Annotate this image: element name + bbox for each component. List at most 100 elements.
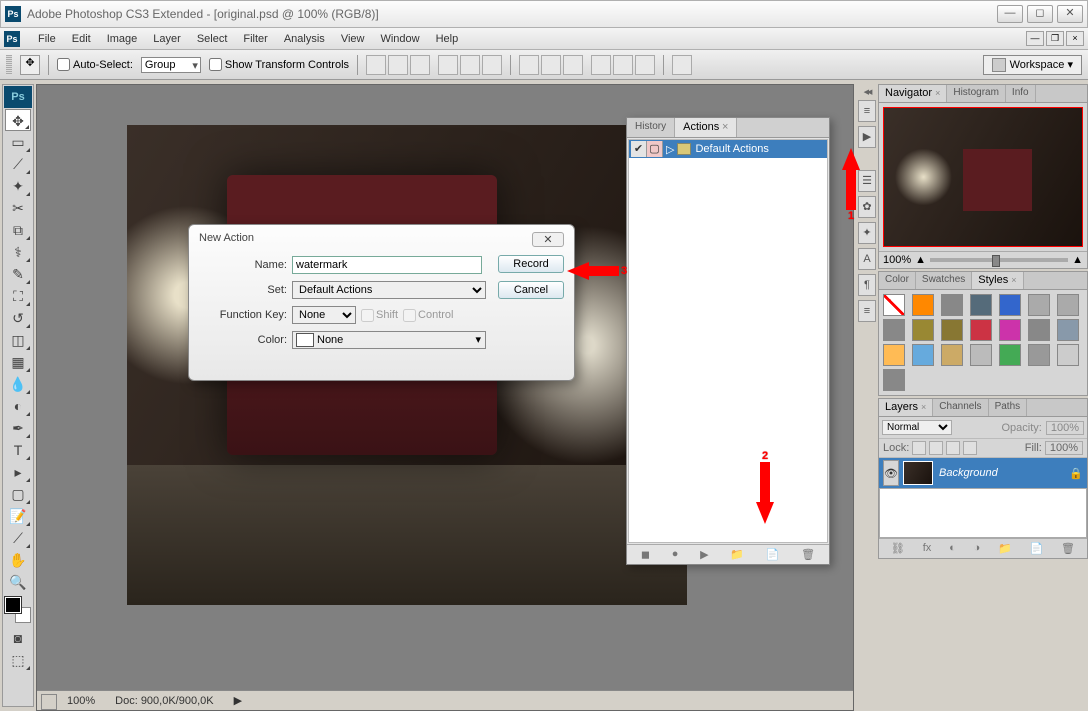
auto-select-dropdown[interactable]: Group bbox=[141, 57, 201, 73]
hand-tool[interactable]: ✋ bbox=[5, 549, 31, 571]
wand-tool[interactable]: ✦ bbox=[5, 175, 31, 197]
fill-value[interactable]: 100% bbox=[1045, 441, 1083, 455]
style-swatch[interactable] bbox=[941, 319, 963, 341]
toggle-col[interactable]: ✔ bbox=[631, 141, 647, 157]
record-button[interactable]: Record bbox=[498, 255, 564, 273]
style-swatch[interactable] bbox=[912, 294, 934, 316]
mdi-minimize[interactable]: — bbox=[1026, 31, 1044, 46]
history-brush-tool[interactable]: ↺ bbox=[5, 307, 31, 329]
expand-icon[interactable]: ▷ bbox=[666, 143, 674, 156]
fx-icon[interactable]: fx bbox=[923, 542, 932, 555]
strip-icon-7[interactable]: ¶ bbox=[858, 274, 876, 296]
lock-pos-icon[interactable] bbox=[946, 441, 960, 455]
grip-icon[interactable] bbox=[6, 55, 12, 75]
strip-icon-1[interactable]: ≡ bbox=[858, 100, 876, 122]
tab-actions[interactable]: Actions × bbox=[675, 118, 737, 137]
layer-thumbnail[interactable] bbox=[903, 461, 933, 485]
stop-icon[interactable]: ◼ bbox=[641, 548, 650, 561]
adjustment-icon[interactable]: ◑ bbox=[974, 542, 981, 555]
heal-tool[interactable]: ⚕ bbox=[5, 241, 31, 263]
menu-analysis[interactable]: Analysis bbox=[276, 33, 333, 45]
auto-select-check[interactable]: Auto-Select: bbox=[57, 58, 133, 71]
opacity-value[interactable]: 100% bbox=[1046, 421, 1084, 435]
record-icon[interactable]: ● bbox=[672, 548, 679, 561]
tab-history[interactable]: History bbox=[627, 118, 675, 137]
align-hcenter-icon[interactable] bbox=[460, 55, 480, 75]
navigator-thumbnail[interactable] bbox=[883, 107, 1083, 247]
stamp-tool[interactable]: ⛶ bbox=[5, 285, 31, 307]
strip-icon-4[interactable]: ✿ bbox=[858, 196, 876, 218]
auto-select-checkbox[interactable] bbox=[57, 58, 70, 71]
menu-help[interactable]: Help bbox=[428, 33, 467, 45]
tab-paths[interactable]: Paths bbox=[989, 399, 1028, 416]
eyedropper-tool[interactable]: ⟋ bbox=[5, 527, 31, 549]
style-swatch[interactable] bbox=[970, 294, 992, 316]
action-set-row[interactable]: ✔ ▢ ▷ Default Actions bbox=[629, 140, 827, 158]
move-tool[interactable]: ✥ bbox=[5, 109, 31, 131]
menu-window[interactable]: Window bbox=[372, 33, 427, 45]
style-swatch[interactable] bbox=[970, 344, 992, 366]
screenmode-tool[interactable]: ⬚ bbox=[5, 649, 31, 671]
show-transform-checkbox[interactable] bbox=[209, 58, 222, 71]
group-icon[interactable]: 📁 bbox=[998, 542, 1012, 555]
play-icon[interactable]: ▶ bbox=[700, 548, 708, 561]
show-transform-check[interactable]: Show Transform Controls bbox=[209, 58, 349, 71]
distribute-top-icon[interactable] bbox=[519, 55, 539, 75]
lock-trans-icon[interactable] bbox=[912, 441, 926, 455]
dialog-close-button[interactable]: ✕ bbox=[532, 232, 564, 247]
lasso-tool[interactable]: ⟋ bbox=[5, 153, 31, 175]
minimize-button[interactable]: — bbox=[997, 5, 1023, 23]
tab-swatches[interactable]: Swatches bbox=[916, 272, 972, 289]
slice-tool[interactable]: ⧉ bbox=[5, 219, 31, 241]
menu-file[interactable]: File bbox=[30, 33, 64, 45]
nav-zoom[interactable]: 100% bbox=[883, 254, 911, 266]
new-action-icon[interactable]: 📄 bbox=[766, 548, 780, 561]
style-swatch[interactable] bbox=[883, 319, 905, 341]
color-select[interactable]: None ▾ bbox=[292, 331, 486, 349]
auto-align-icon[interactable] bbox=[672, 55, 692, 75]
zoom-slider[interactable] bbox=[930, 258, 1068, 262]
layer-name[interactable]: Background bbox=[939, 467, 1069, 479]
style-swatch[interactable] bbox=[941, 344, 963, 366]
blend-mode-select[interactable]: Normal bbox=[882, 420, 952, 435]
tab-layers[interactable]: Layers× bbox=[879, 399, 933, 416]
style-swatch[interactable] bbox=[1057, 294, 1079, 316]
align-left-icon[interactable] bbox=[438, 55, 458, 75]
fnkey-select[interactable]: None bbox=[292, 306, 356, 324]
eraser-tool[interactable]: ◫ bbox=[5, 329, 31, 351]
new-set-icon[interactable]: 📁 bbox=[730, 548, 744, 561]
distribute-left-icon[interactable] bbox=[591, 55, 611, 75]
align-top-icon[interactable] bbox=[366, 55, 386, 75]
tab-histogram[interactable]: Histogram bbox=[947, 85, 1006, 102]
delete-action-icon[interactable]: 🗑 bbox=[801, 548, 815, 561]
menu-image[interactable]: Image bbox=[99, 33, 146, 45]
link-layers-icon[interactable]: ⛓ bbox=[891, 542, 905, 555]
set-select[interactable]: Default Actions bbox=[292, 281, 486, 299]
tab-channels[interactable]: Channels bbox=[933, 399, 988, 416]
zoom-out-icon[interactable]: ▲ bbox=[915, 254, 926, 266]
brush-tool[interactable]: ✎ bbox=[5, 263, 31, 285]
menu-select[interactable]: Select bbox=[189, 33, 236, 45]
style-swatch[interactable] bbox=[1057, 344, 1079, 366]
visibility-icon[interactable]: 👁 bbox=[883, 460, 899, 486]
zoom-value[interactable]: 100% bbox=[67, 695, 95, 707]
pen-tool[interactable]: ✒ bbox=[5, 417, 31, 439]
style-swatch[interactable] bbox=[912, 344, 934, 366]
quickmask-tool[interactable]: ◙ bbox=[5, 627, 31, 649]
close-button[interactable]: ✕ bbox=[1057, 5, 1083, 23]
marquee-tool[interactable]: ▭ bbox=[5, 131, 31, 153]
style-swatch[interactable] bbox=[1028, 344, 1050, 366]
style-swatch[interactable] bbox=[941, 294, 963, 316]
color-swatch[interactable] bbox=[5, 597, 31, 623]
zoom-in-icon[interactable]: ▲ bbox=[1072, 254, 1083, 266]
crop-tool[interactable]: ✂ bbox=[5, 197, 31, 219]
distribute-hcenter-icon[interactable] bbox=[613, 55, 633, 75]
strip-icon-3[interactable]: ☰ bbox=[858, 170, 876, 192]
mdi-restore[interactable]: ❐ bbox=[1046, 31, 1064, 46]
type-tool[interactable]: T bbox=[5, 439, 31, 461]
tab-color[interactable]: Color bbox=[879, 272, 916, 289]
style-swatch[interactable] bbox=[970, 319, 992, 341]
style-swatch[interactable] bbox=[1028, 319, 1050, 341]
gradient-tool[interactable]: ▦ bbox=[5, 351, 31, 373]
path-tool[interactable]: ▸ bbox=[5, 461, 31, 483]
